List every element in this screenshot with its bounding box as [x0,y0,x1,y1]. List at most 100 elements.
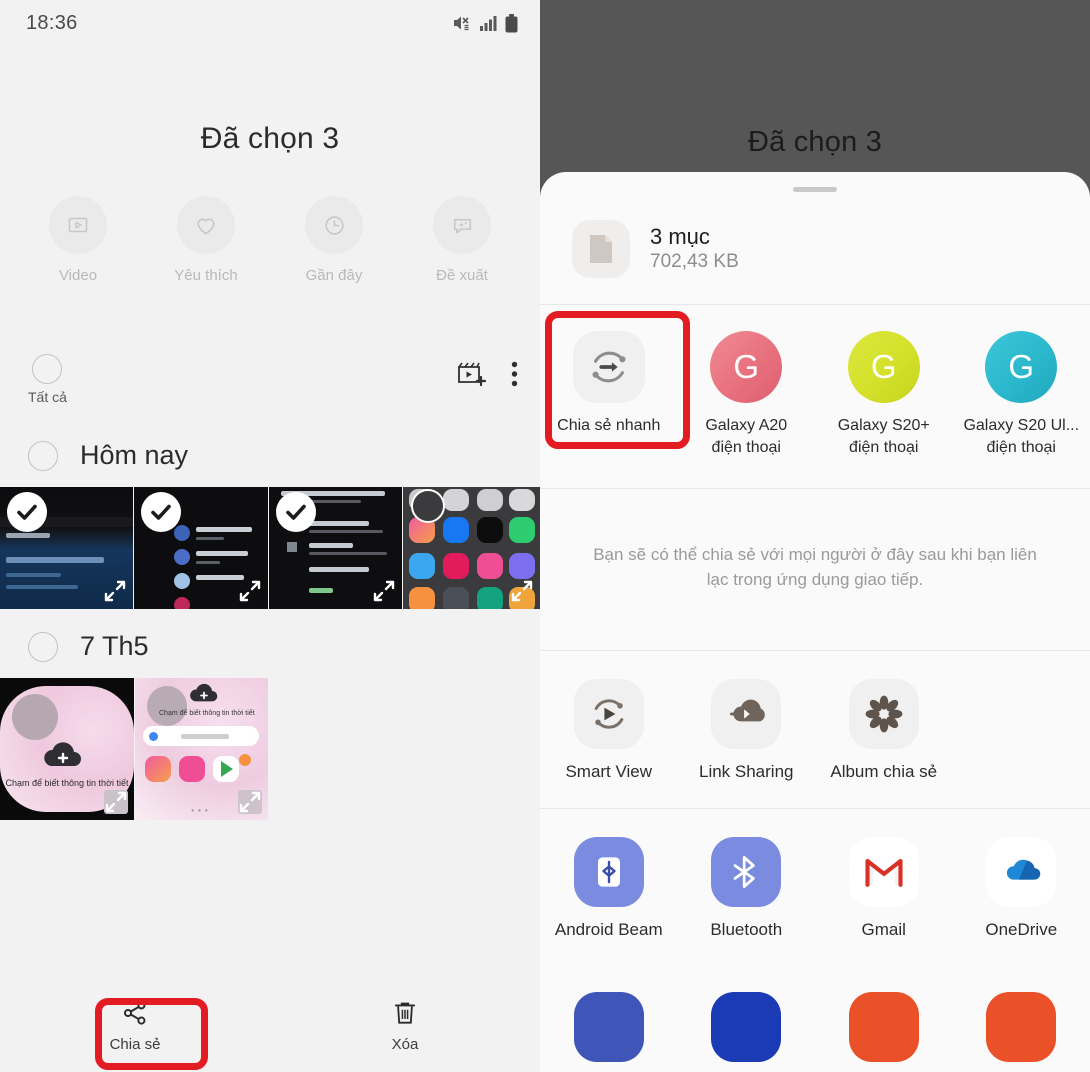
thumbnail-item[interactable]: Chạm để biết thông tin thời tiết [0,678,134,820]
share-sheet: 3 mục 702,43 KB Chia sẻ nhanh G Galaxy A… [540,172,1090,1072]
device-label: Galaxy S20+ điện thoại [837,417,930,456]
app-item-partial[interactable] [953,992,1090,1063]
expand-icon[interactable] [510,579,534,603]
gmail-icon-wrapper [848,837,919,908]
group-radio[interactable] [28,440,58,471]
app-item-onedrive[interactable]: OneDrive [953,837,1090,940]
app-icon-partial [986,992,1057,1063]
shared-album-icon-wrapper [848,679,919,750]
bluetooth-icon-wrapper [711,837,782,908]
feature-item-link-sharing[interactable]: Link Sharing [678,679,816,782]
select-all-control[interactable]: Tất cả [28,354,67,405]
thumbnail-row-today [0,487,540,609]
thumbnail-item[interactable]: Chạm để biết thông tin thời tiết ••• [135,678,268,820]
group-label: 7 Th5 [80,631,149,661]
quick-filter-favorites[interactable]: Yêu thích [167,196,245,284]
heart-icon [197,218,215,235]
share-sheet-backdrop-title: Đã chọn 3 [748,126,882,158]
quick-filter-label: Gần đây [305,267,363,284]
contact-avatar: G [710,331,783,403]
app-label: OneDrive [985,920,1058,940]
quick-filter-recent[interactable]: Gần đây [295,196,373,284]
feature-label: Link Sharing [698,762,794,782]
bluetooth-icon [733,856,755,889]
app-item-android-beam[interactable]: Android Beam [540,837,678,940]
battery-icon [505,13,518,32]
screenshot-comparison: 18:36 Đã chọn 3 Video Yêu thích Gần đây … [0,0,1090,1072]
android-beam-icon [597,857,620,888]
app-label: Bluetooth [710,920,783,940]
thumbnail-item[interactable] [268,487,402,609]
check-icon [285,504,306,520]
device-item-galaxy-s20plus[interactable]: G Galaxy S20+ điện thoại [815,331,953,458]
gallery-selection-screen: 18:36 Đã chọn 3 Video Yêu thích Gần đây … [0,0,540,1072]
thumbnail-checkmark[interactable] [7,492,47,532]
quick-filter-label: Video [58,267,98,284]
status-icons [452,13,518,33]
share-sheet-screen: Đã chọn 3 3 mục 702,43 KB Chia sẻ nhanh … [540,0,1090,1072]
expand-icon[interactable] [238,579,262,603]
quick-filter-label: Yêu thích [174,267,238,284]
device-row: Chia sẻ nhanh G Galaxy A20 điện thoại G … [540,305,1090,488]
weather-cloud-icon [190,683,218,702]
shared-album-icon [865,696,903,733]
thumbnail-checkmark[interactable] [275,492,316,532]
app-item-partial[interactable] [678,992,816,1063]
expand-icon[interactable] [372,579,396,603]
quick-filter-row: Video Yêu thích Gần đây Đề xuất [0,196,540,284]
weather-cloud-icon [44,742,81,766]
group-header-may7[interactable]: 7 Th5 [0,631,540,662]
file-count-label: 3 mục [650,223,710,249]
contact-avatar: G [985,331,1058,403]
feature-item-smart-view[interactable]: Smart View [540,679,678,782]
expand-icon[interactable] [104,790,128,814]
device-item-galaxy-a20[interactable]: G Galaxy A20 điện thoại [678,331,816,458]
app-label: Gmail [861,920,906,940]
feature-spacer [953,679,1090,782]
group-header-today[interactable]: Hôm nay [0,440,540,471]
select-all-radio[interactable] [32,354,63,384]
quick-share-icon [592,351,626,383]
thumbnail-item[interactable] [134,487,268,609]
device-label: Galaxy A20 điện thoại [705,417,788,456]
device-item-galaxy-s20ultra[interactable]: G Galaxy S20 Ul... điện thoại [953,331,1090,458]
app-item-bluetooth[interactable]: Bluetooth [678,837,816,940]
create-movie-icon[interactable] [457,360,487,388]
app-item-partial[interactable] [540,992,678,1063]
android-beam-icon-wrapper [573,837,644,908]
suggestion-icon-wrapper [433,196,491,254]
bottom-action-bar: Chia sẻ Xóa [0,980,540,1072]
group-label: Hôm nay [80,440,189,470]
share-icon [123,1001,146,1025]
thumbnail-item[interactable] [0,487,134,609]
thumbnail-item[interactable] [402,487,540,609]
quick-share-item[interactable]: Chia sẻ nhanh [540,311,690,458]
file-size-label: 702,43 KB [650,251,739,273]
quick-filter-suggestions[interactable]: Đề xuất [423,196,501,284]
expand-icon[interactable] [238,790,262,814]
expand-icon[interactable] [103,579,127,603]
feature-item-shared-album[interactable]: Album chia sẻ [815,679,953,782]
contact-avatar: G [847,331,920,403]
app-item-partial[interactable] [815,992,953,1063]
share-button[interactable]: Chia sẻ [0,980,270,1072]
delete-button[interactable]: Xóa [270,980,540,1072]
share-hint-text: Bạn sẽ có thể chia sẻ với mọi người ở đâ… [593,545,1037,589]
link-sharing-icon [730,700,766,722]
delete-button-label: Xóa [391,1036,419,1053]
quick-filter-video[interactable]: Video [39,196,117,284]
link-sharing-icon-wrapper [711,679,782,750]
more-options-icon[interactable] [511,361,518,387]
thumbnail-checkmark[interactable] [141,492,182,532]
app-label: Android Beam [554,920,663,940]
contact-initial: G [1008,348,1035,385]
app-item-gmail[interactable]: Gmail [815,837,953,940]
thumbnail-row-may7: Chạm để biết thông tin thời tiết Chạm để… [0,678,540,820]
mute-icon [454,16,469,31]
app-row-partial [540,966,1090,1063]
app-row: Android Beam Bluetooth Gmail OneDrive [540,809,1090,966]
device-label: Galaxy S20 Ul... điện thoại [963,417,1080,456]
quick-filter-label: Đề xuất [436,267,488,284]
gmail-icon [865,859,903,888]
group-radio[interactable] [28,631,58,662]
